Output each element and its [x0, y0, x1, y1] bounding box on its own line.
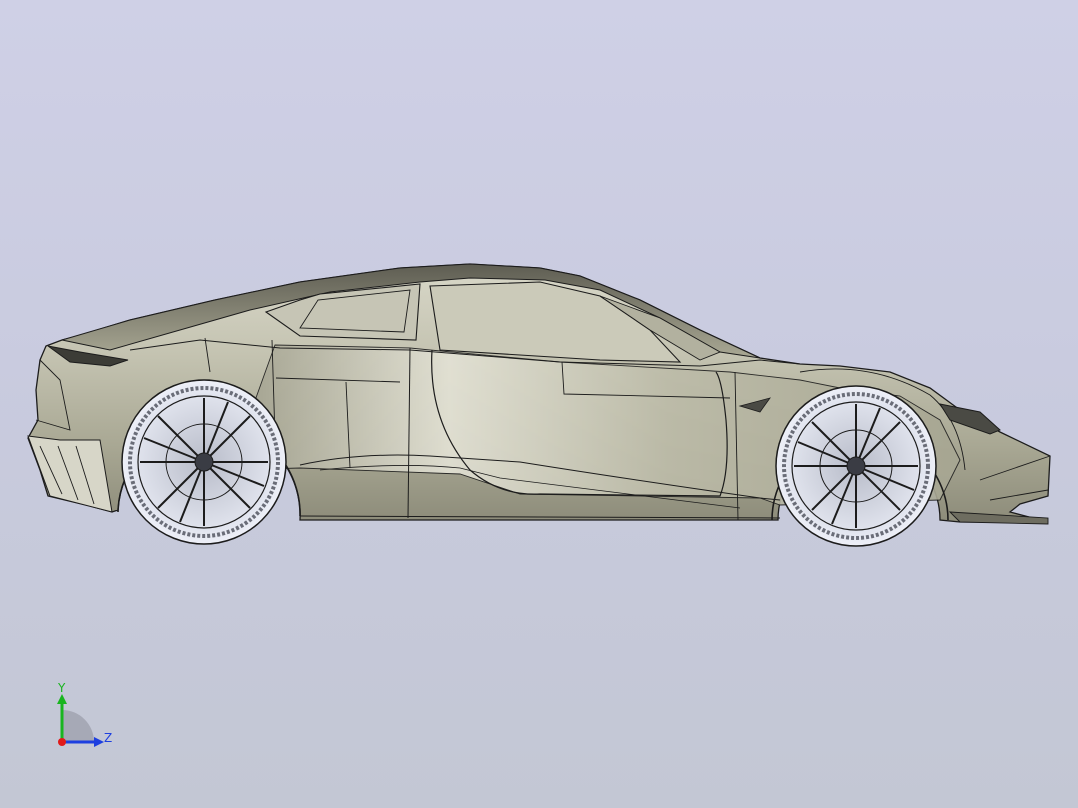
- reference-triad: Y Z: [57, 681, 112, 747]
- rear-wheel: [121, 379, 287, 545]
- y-axis-label: Y: [57, 681, 66, 695]
- z-axis-label: Z: [104, 731, 112, 745]
- triad-plane-shade: [62, 710, 94, 742]
- y-axis-arrow: [57, 694, 67, 704]
- graphics-viewport[interactable]: Y Z: [0, 0, 1078, 808]
- car-model[interactable]: [0, 0, 1078, 808]
- x-axis-dot: [58, 738, 66, 746]
- front-wheel: [775, 385, 937, 547]
- z-axis-arrow: [94, 737, 104, 747]
